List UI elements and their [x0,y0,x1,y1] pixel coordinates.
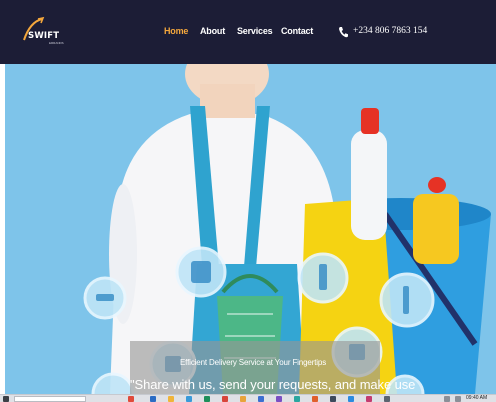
browser-icon[interactable] [222,396,228,402]
os-taskbar: 09:40 AM [0,394,496,402]
app-icon[interactable] [294,396,300,402]
app-icon[interactable] [150,396,156,402]
app-icon[interactable] [276,396,282,402]
volume-icon[interactable] [455,396,461,402]
app-icon[interactable] [258,396,264,402]
nav-link-services[interactable]: Services [237,26,273,36]
app-icon[interactable] [240,396,246,402]
nav-link-about[interactable]: About [200,26,225,36]
hero-tagline: Efficient Delivery Service at Your Finge… [180,358,327,367]
nav-link-contact[interactable]: Contact [281,26,313,36]
wifi-icon[interactable] [444,396,450,402]
phone-icon [339,27,348,38]
app-icon[interactable] [312,396,318,402]
app-icon[interactable] [384,396,390,402]
app-icon[interactable] [348,396,354,402]
app-icon[interactable] [366,396,372,402]
app-icon[interactable] [128,396,134,402]
app-icon[interactable] [186,396,192,402]
brand-subtitle: ERRANDS [49,41,64,45]
hero-quote: "Share with us, send your requests, and … [130,377,416,392]
start-icon[interactable] [3,396,9,402]
top-navbar: SWIFT ERRANDS Home About Services Contac… [0,0,496,64]
app-icon[interactable] [204,396,210,402]
hero-caption-box: Efficient Delivery Service at Your Finge… [130,341,415,394]
taskbar-clock[interactable]: 09:40 AM [466,395,487,401]
nav-link-home[interactable]: Home [164,26,188,36]
folder-icon[interactable] [168,396,174,402]
hero-banner: Efficient Delivery Service at Your Finge… [5,64,496,394]
taskbar-search-box[interactable] [14,396,86,402]
app-icon[interactable] [330,396,336,402]
phone-number: +234 806 7863 154 [353,26,428,36]
